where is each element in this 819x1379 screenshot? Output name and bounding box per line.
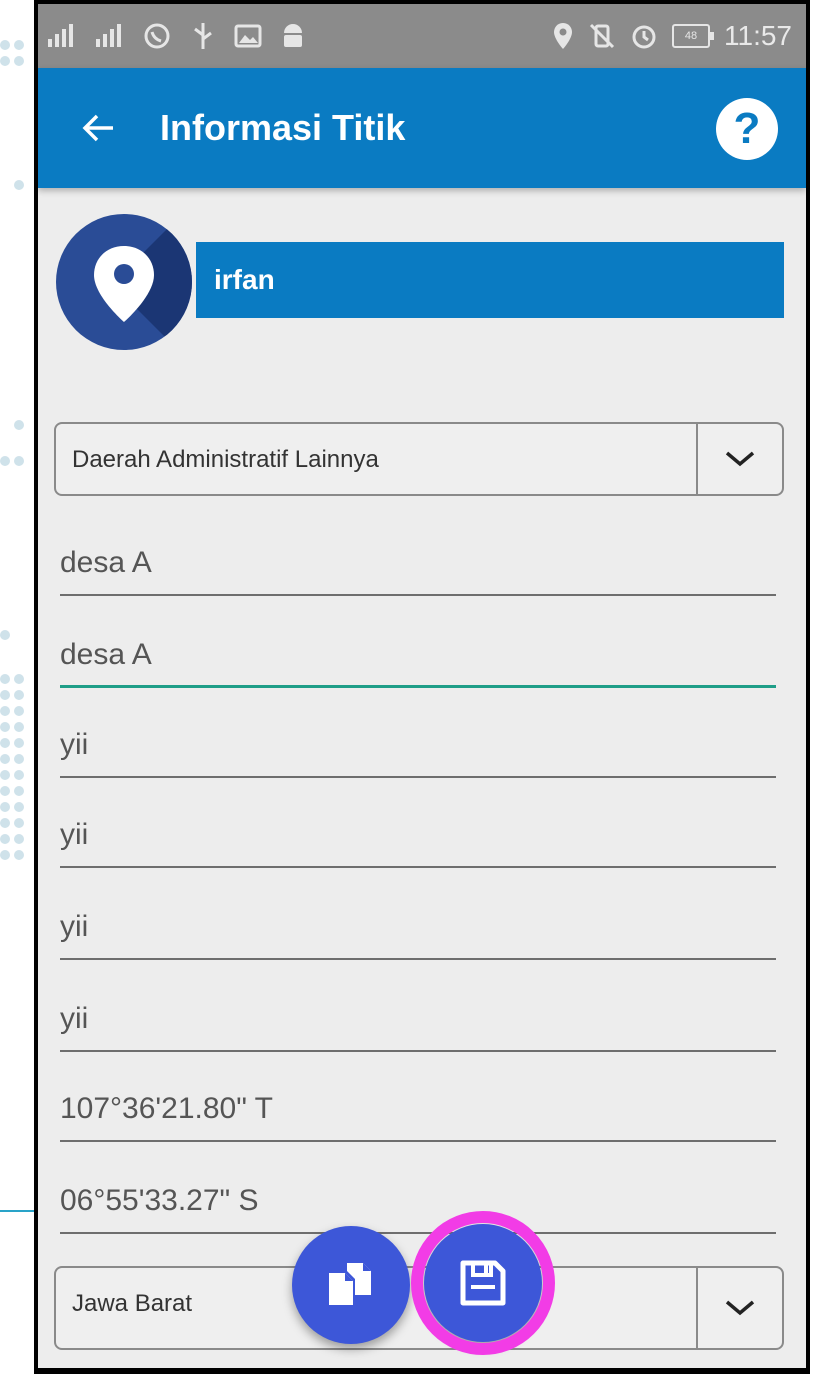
- text-field[interactable]: yii: [60, 900, 776, 960]
- status-time: 11:57: [724, 20, 792, 51]
- chevron-down-icon: [725, 451, 755, 467]
- text-field[interactable]: yii: [60, 808, 776, 868]
- copy-icon: [329, 1263, 371, 1305]
- province-dropdown-button[interactable]: [696, 1268, 782, 1348]
- chevron-down-icon: [725, 1300, 755, 1316]
- app-screen: 48 11:57 Informasi Titik ? irfan Daerah …: [38, 4, 806, 1368]
- status-bar: 48 11:57: [38, 4, 806, 68]
- arrow-left-icon: [82, 114, 113, 142]
- admin-area-dropdown-button[interactable]: [696, 424, 782, 494]
- page-title: Informasi Titik: [160, 107, 406, 148]
- usb-icon: [194, 23, 212, 49]
- latitude-field[interactable]: 06°55'33.27" S: [60, 1174, 776, 1234]
- point-name-field[interactable]: irfan: [196, 242, 784, 318]
- battery-icon: 48: [672, 24, 714, 48]
- signal-icon: [48, 24, 73, 47]
- text-field[interactable]: yii: [60, 992, 776, 1052]
- status-system: 48 11:57: [552, 4, 792, 68]
- location-pin-icon: [94, 246, 154, 322]
- image-icon: [234, 24, 262, 48]
- province-value: Jawa Barat: [72, 1290, 193, 1317]
- copy-button[interactable]: [292, 1226, 410, 1344]
- location-icon: [554, 23, 572, 49]
- android-icon: [284, 24, 302, 47]
- save-icon: [460, 1260, 506, 1306]
- point-avatar: [56, 214, 192, 350]
- longitude-field[interactable]: 107°36'21.80" T: [60, 1082, 776, 1142]
- status-notifications: [46, 4, 306, 68]
- phone-frame: 48 11:57 Informasi Titik ? irfan Daerah …: [34, 0, 810, 1374]
- vibrate-off-icon: [589, 23, 615, 49]
- whatsapp-icon: [144, 23, 170, 49]
- admin-area-value: Daerah Administratif Lainnya: [72, 446, 379, 473]
- text-field[interactable]: yii: [60, 718, 776, 778]
- save-button[interactable]: [424, 1224, 542, 1342]
- province-select[interactable]: Jawa Barat: [54, 1266, 784, 1350]
- signal-icon: [96, 24, 121, 47]
- app-bar: Informasi Titik ?: [38, 68, 806, 188]
- help-icon: ?: [733, 104, 761, 153]
- admin-area-select[interactable]: Daerah Administratif Lainnya: [54, 422, 784, 496]
- alarm-icon: [632, 25, 656, 49]
- village-field[interactable]: desa A: [60, 536, 776, 596]
- back-button[interactable]: [66, 96, 130, 160]
- help-button[interactable]: ?: [716, 98, 778, 160]
- village-name-field[interactable]: desa A: [60, 628, 776, 688]
